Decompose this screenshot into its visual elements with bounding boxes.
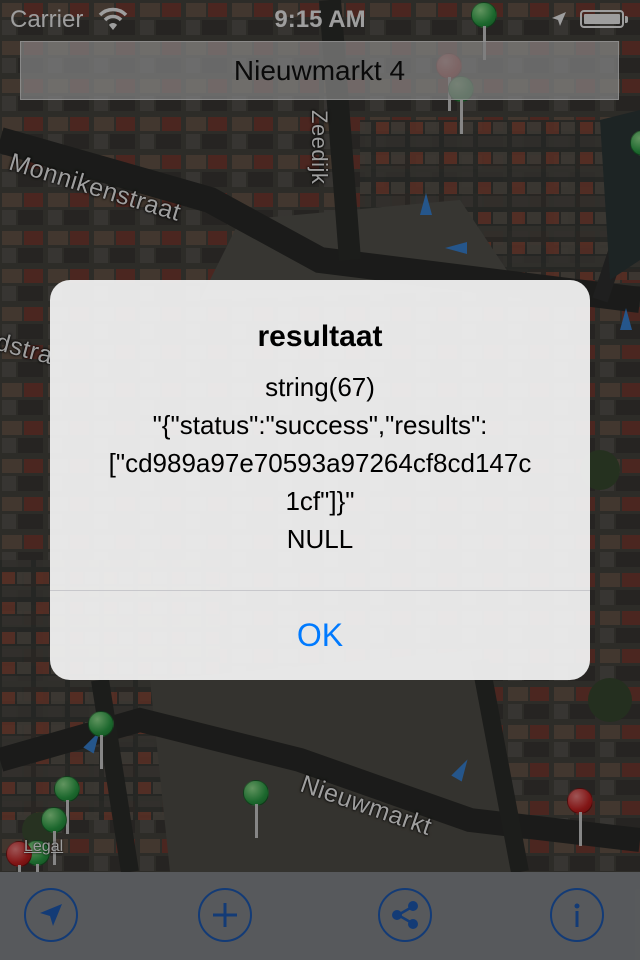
alert-title: resultaat bbox=[257, 320, 383, 353]
alert-message: string(67) "{"status":"success","results… bbox=[108, 372, 532, 554]
ok-button[interactable]: OK bbox=[50, 591, 590, 680]
alert-dialog: resultaat string(67) "{"status":"success… bbox=[50, 280, 590, 680]
